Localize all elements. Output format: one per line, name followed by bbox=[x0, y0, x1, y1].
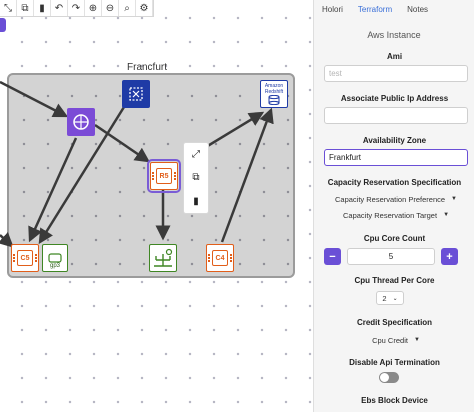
cpu-core-count-label: Cpu Core Count bbox=[363, 234, 426, 243]
chevron-down-icon: ▼ bbox=[413, 337, 420, 343]
chip-icon: C4 bbox=[208, 250, 232, 266]
ebs-block-device-label: Ebs Block Device bbox=[361, 396, 428, 405]
edge-vpc-to-c5 bbox=[28, 137, 78, 243]
panel-tabs: Holori Terraform Notes bbox=[314, 0, 474, 18]
cpu-core-count-input[interactable] bbox=[347, 248, 435, 265]
ami-input[interactable] bbox=[324, 65, 468, 82]
api-termination-toggle[interactable] bbox=[379, 372, 399, 383]
capacity-preference-label: Capacity Reservation Preference bbox=[334, 194, 446, 204]
redshift-label: Amazon Redshift bbox=[264, 83, 284, 95]
cpu-threads-label: Cpu Thread Per Core bbox=[354, 276, 435, 285]
properties-panel: Holori Terraform Notes Aws Instance Ami … bbox=[313, 0, 474, 412]
chip-icon: C5 bbox=[13, 250, 37, 266]
resize-icon[interactable]: ⤢ bbox=[184, 143, 208, 166]
database-icon bbox=[268, 94, 280, 106]
chip-icon: R5 bbox=[152, 168, 176, 184]
api-termination-label: Disable Api Termination bbox=[349, 358, 440, 367]
c4-label: C4 bbox=[215, 254, 225, 262]
tab-terraform[interactable]: Terraform bbox=[358, 5, 392, 14]
ec2-c4-node[interactable]: C4 bbox=[206, 244, 234, 272]
credit-spec-label: Credit Specification bbox=[356, 318, 433, 327]
ami-label: Ami bbox=[386, 52, 403, 61]
capacity-target-select[interactable]: Capacity Reservation Target ▼ bbox=[324, 209, 468, 221]
vpc-node[interactable] bbox=[67, 108, 95, 136]
increment-button[interactable]: + bbox=[441, 248, 458, 265]
redshift-node[interactable]: Amazon Redshift bbox=[260, 80, 288, 108]
vpc-icon bbox=[73, 114, 89, 130]
c5-label: C5 bbox=[20, 254, 30, 262]
cpu-threads-select[interactable]: 2 ⌄ bbox=[376, 291, 404, 305]
chevron-down-icon: ▼ bbox=[451, 196, 457, 202]
diagram-canvas[interactable]: ⤡ ⧉ ▮ ↶ ↷ ⊕ ⊖ ⌕ ⚙ Francfurt Amazon Redsh… bbox=[0, 0, 313, 412]
edge-offscreen-to-vpc bbox=[0, 80, 69, 118]
edge-c4-to-redshift bbox=[220, 107, 274, 243]
cpu-threads-value: 2 bbox=[382, 293, 387, 303]
node-context-menu: ⤢ ⧉ ▮ bbox=[183, 142, 209, 214]
capacity-reservation-label: Capacity Reservation Specification bbox=[327, 178, 462, 187]
r5-label: R5 bbox=[159, 172, 169, 180]
chevron-down-icon: ⌄ bbox=[392, 295, 398, 302]
ec2-r5-node[interactable]: R5 bbox=[147, 159, 181, 193]
duplicate-icon[interactable]: ⧉ bbox=[184, 166, 208, 189]
connection-lines bbox=[0, 80, 274, 248]
load-balancer-node[interactable] bbox=[122, 80, 150, 108]
cpu-credit-label: Cpu Credit bbox=[372, 335, 408, 345]
delete-icon[interactable]: ▮ bbox=[184, 190, 208, 213]
availability-zone-label: Availability Zone bbox=[362, 136, 427, 145]
chevron-down-icon: ▼ bbox=[443, 212, 450, 218]
public-ip-label: Associate Public Ip Address bbox=[340, 94, 449, 103]
ec2-c5-node[interactable]: C5 bbox=[11, 244, 39, 272]
panel-title: Aws Instance bbox=[367, 30, 421, 40]
edge-r5-to-redshift bbox=[200, 111, 265, 152]
nat-gateway-node[interactable] bbox=[149, 244, 177, 272]
cpu-credit-select[interactable]: Cpu Credit ▼ bbox=[324, 334, 468, 346]
volume-icon bbox=[48, 253, 62, 263]
availability-zone-input[interactable] bbox=[324, 149, 468, 166]
capacity-target-label: Capacity Reservation Target bbox=[342, 210, 438, 220]
public-ip-input[interactable] bbox=[324, 107, 468, 124]
decrement-button[interactable]: − bbox=[324, 248, 341, 265]
tab-holori[interactable]: Holori bbox=[322, 5, 343, 14]
ebs-gp3-node[interactable]: gp3 bbox=[42, 244, 68, 272]
network-icon bbox=[154, 248, 173, 267]
load-balancer-icon bbox=[129, 87, 143, 101]
tab-notes[interactable]: Notes bbox=[407, 5, 428, 14]
capacity-preference-select[interactable]: Capacity Reservation Preference ▼ bbox=[324, 193, 468, 205]
gp3-label: gp3 bbox=[49, 263, 60, 269]
